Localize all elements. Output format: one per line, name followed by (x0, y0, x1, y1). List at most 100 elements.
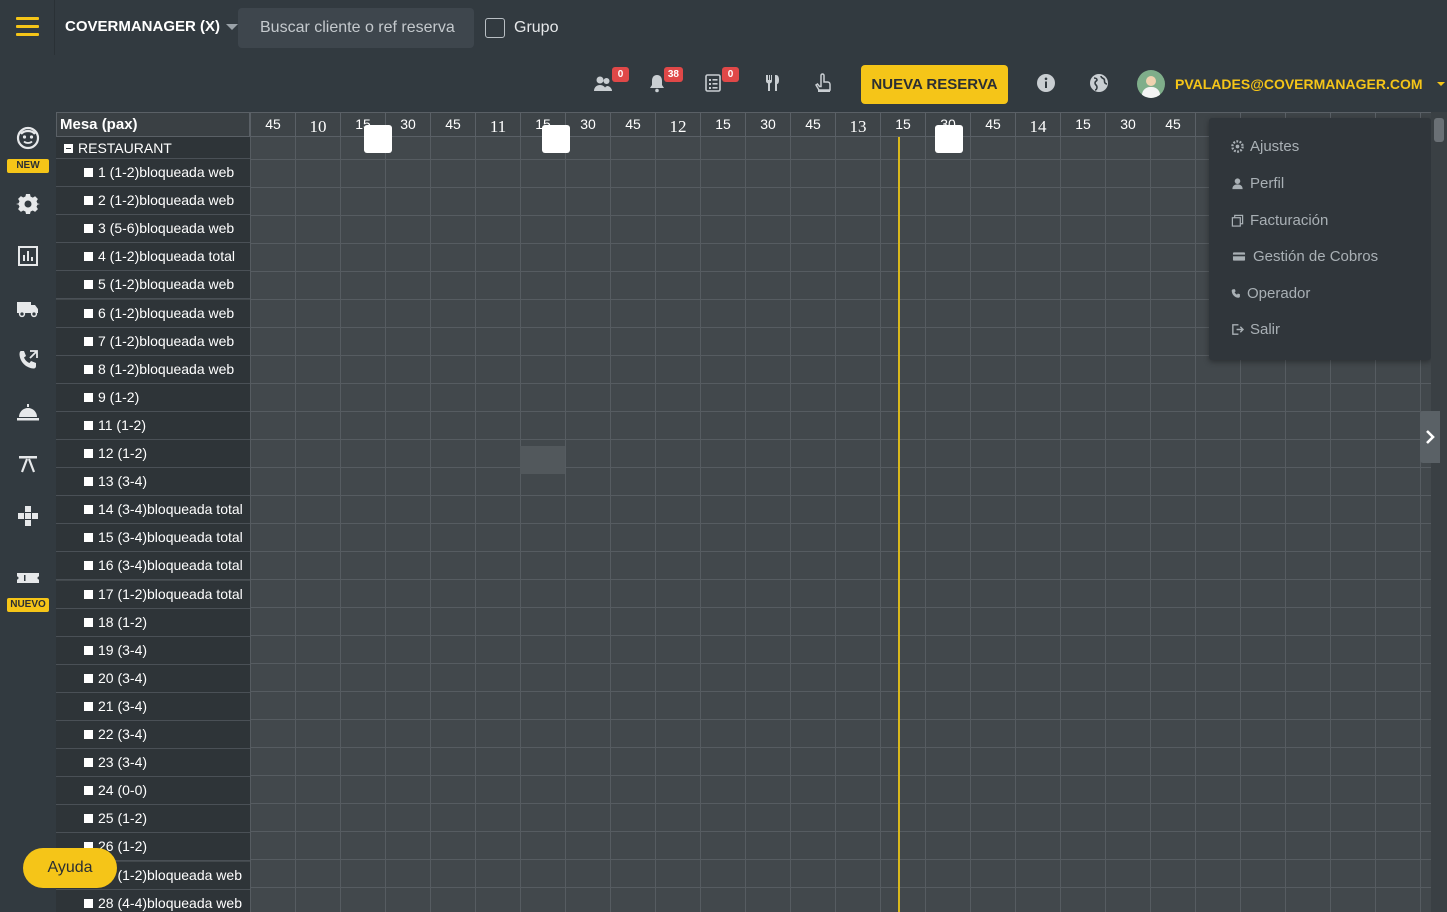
menu-item-facturacion[interactable]: Facturación (1231, 212, 1328, 229)
table-label[interactable]: 3 (5-6)bloqueada web (56, 215, 250, 244)
table-label[interactable]: 18 (1-2) (56, 608, 250, 637)
table-row[interactable]: 15 (3-4)bloqueada total (56, 524, 1431, 553)
table-square-icon (84, 308, 93, 318)
table-name: 7 (1-2)bloqueada web (98, 332, 235, 349)
table-name: 9 (1-2) (98, 388, 140, 405)
table-label[interactable]: 20 (3-4) (56, 664, 250, 693)
scrollbar-thumb[interactable] (1434, 118, 1444, 142)
table-row[interactable]: 25 (1-2) (56, 805, 1431, 834)
table-label[interactable]: 14 (3-4)bloqueada total (56, 496, 250, 525)
customers-icon[interactable]: 0 (591, 67, 629, 95)
menu-item-operador[interactable]: Operador (1231, 285, 1310, 302)
table-row[interactable]: 26 (1-2) (56, 833, 1431, 862)
table-icon[interactable] (0, 446, 56, 482)
table-label[interactable]: 28 (4-4)bloqueada web (56, 889, 250, 912)
table-row[interactable]: 12 (1-2) (56, 440, 1431, 468)
cutlery-icon[interactable] (760, 71, 784, 95)
hand-pointer-icon[interactable] (811, 71, 835, 95)
user-menu[interactable]: PVALADES@COVERMANAGER.COM (1137, 70, 1445, 98)
list-icon[interactable]: 0 (701, 67, 739, 95)
table-label[interactable]: 16 (3-4)bloqueada total (56, 552, 250, 581)
table-label[interactable]: 9 (1-2) (56, 383, 250, 412)
menu-item-perfil[interactable]: Perfil (1231, 175, 1284, 192)
restaurant-selector[interactable]: COVERMANAGER (X) (65, 18, 239, 35)
table-row[interactable]: 14 (3-4)bloqueada total (56, 496, 1431, 525)
table-name: 25 (1-2) (98, 810, 148, 827)
table-label[interactable]: 6 (1-2)bloqueada web (56, 299, 250, 328)
table-label[interactable]: 19 (3-4) (56, 636, 250, 665)
table-row[interactable]: 11 (1-2) (56, 411, 1431, 440)
minute-tick-label: 15 (880, 112, 925, 137)
hour-tick-label: 11 (475, 112, 520, 137)
table-name: 20 (3-4) (98, 669, 148, 686)
phone-call-icon[interactable] (0, 342, 56, 378)
checkbox-box[interactable] (485, 18, 505, 38)
globe-icon[interactable] (1087, 71, 1111, 95)
table-name: 6 (1-2)bloqueada web (98, 304, 235, 321)
chevron-down-icon (1436, 82, 1445, 86)
table-row[interactable]: 17 (1-2)bloqueada total (56, 580, 1431, 609)
table-row[interactable]: 27 (1-2)bloqueada web (56, 861, 1431, 890)
gear-icon[interactable] (0, 186, 56, 222)
table-label[interactable]: 25 (1-2) (56, 805, 250, 834)
table-label[interactable]: 11 (1-2) (56, 411, 250, 440)
table-square-icon (84, 786, 93, 796)
truck-icon[interactable] (0, 290, 56, 326)
collapse-icon[interactable] (64, 144, 73, 153)
menu-icon[interactable] (0, 0, 55, 55)
table-label[interactable]: 21 (3-4) (56, 692, 250, 721)
ticket-icon[interactable] (0, 560, 56, 596)
minute-tick-label: 30 (745, 112, 790, 137)
table-label[interactable]: 7 (1-2)bloqueada web (56, 327, 250, 356)
table-row[interactable]: 19 (3-4) (56, 636, 1431, 665)
table-row[interactable]: 18 (1-2) (56, 608, 1431, 637)
menu-item-gestion-cobros[interactable]: Gestión de Cobros (1231, 248, 1378, 265)
table-label[interactable]: 15 (3-4)bloqueada total (56, 524, 250, 553)
table-label[interactable]: 8 (1-2)bloqueada web (56, 355, 250, 384)
table-label[interactable]: 17 (1-2)bloqueada total (56, 580, 250, 609)
face-icon[interactable] (0, 120, 56, 156)
table-name: 13 (3-4) (98, 473, 148, 490)
table-label[interactable]: 2 (1-2)bloqueada web (56, 187, 250, 216)
menu-item-ajustes[interactable]: Ajustes (1231, 138, 1299, 155)
bell-icon[interactable]: 38 (645, 67, 683, 95)
grupo-checkbox[interactable]: Grupo (485, 18, 558, 38)
table-square-icon (84, 561, 93, 571)
table-row[interactable]: 16 (3-4)bloqueada total (56, 552, 1431, 581)
table-row[interactable]: 24 (0-0) (56, 777, 1431, 806)
table-name: 18 (1-2) (98, 613, 148, 630)
table-label[interactable]: 1 (1-2)bloqueada web (56, 159, 250, 187)
table-label[interactable]: 4 (1-2)bloqueada total (56, 243, 250, 272)
table-square-icon (84, 449, 93, 458)
table-name: 15 (3-4)bloqueada total (98, 529, 243, 546)
minute-tick-label: 30 (565, 112, 610, 137)
table-label[interactable]: 5 (1-2)bloqueada web (56, 271, 250, 300)
table-row[interactable]: 23 (3-4) (56, 749, 1431, 778)
expand-panel-button[interactable] (1420, 411, 1440, 463)
nueva-reserva-button[interactable]: NUEVA RESERVA (861, 65, 1008, 104)
table-row[interactable]: 20 (3-4) (56, 664, 1431, 693)
puzzle-icon[interactable] (0, 498, 56, 534)
search-input[interactable] (238, 8, 474, 48)
chart-icon[interactable] (0, 238, 56, 274)
menu-item-salir[interactable]: Salir (1231, 321, 1280, 338)
phone-icon (1231, 289, 1240, 298)
table-label[interactable]: 23 (3-4) (56, 749, 250, 778)
table-square-icon (84, 533, 93, 543)
table-row[interactable]: 22 (3-4) (56, 721, 1431, 749)
service-bell-icon[interactable] (0, 394, 56, 430)
table-label[interactable]: 13 (3-4) (56, 468, 250, 497)
table-row[interactable]: 21 (3-4) (56, 692, 1431, 721)
table-label[interactable]: 24 (0-0) (56, 777, 250, 806)
info-icon[interactable] (1034, 71, 1058, 95)
help-button[interactable]: Ayuda (23, 848, 117, 888)
table-square-icon (84, 673, 93, 683)
group-label[interactable]: RESTAURANT (56, 137, 250, 159)
hour-tick-label: 12 (655, 112, 700, 137)
table-row[interactable]: 9 (1-2) (56, 383, 1431, 412)
table-label[interactable]: 22 (3-4) (56, 721, 250, 749)
table-row[interactable]: 13 (3-4) (56, 468, 1431, 497)
table-row[interactable]: 28 (4-4)bloqueada web (56, 889, 1431, 912)
vertical-scrollbar[interactable] (1431, 112, 1447, 912)
table-label[interactable]: 12 (1-2) (56, 440, 250, 468)
